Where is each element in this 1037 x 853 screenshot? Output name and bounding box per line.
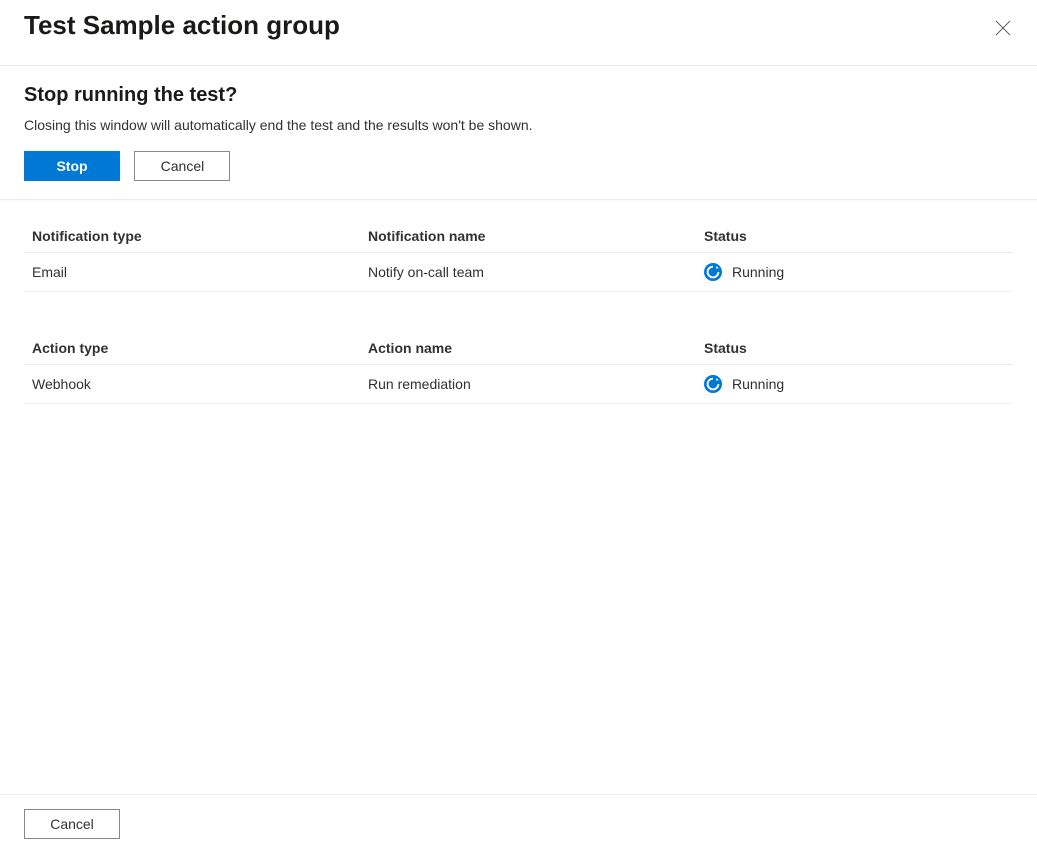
notification-status-value: Running bbox=[732, 264, 784, 280]
actions-table: Action type Action name Status Webhook R… bbox=[24, 332, 1013, 404]
running-icon bbox=[704, 263, 722, 281]
banner-heading: Stop running the test? bbox=[24, 84, 1013, 107]
notification-name-value: Notify on-call team bbox=[368, 264, 704, 280]
table-row: Webhook Run remediation Running bbox=[24, 365, 1013, 404]
banner-description: Closing this window will automatically e… bbox=[24, 117, 1013, 133]
action-type-value[interactable]: Webhook bbox=[32, 376, 368, 392]
col-action-type: Action type bbox=[32, 340, 368, 356]
col-notification-name: Notification name bbox=[368, 228, 704, 244]
close-button[interactable] bbox=[991, 16, 1015, 45]
table-header: Action type Action name Status bbox=[24, 332, 1013, 365]
col-notification-status: Status bbox=[704, 228, 1005, 244]
page-title: Test Sample action group bbox=[24, 10, 340, 41]
notifications-section: Notification type Notification name Stat… bbox=[0, 220, 1037, 292]
footer-cancel-button[interactable]: Cancel bbox=[24, 809, 120, 839]
col-notification-type: Notification type bbox=[32, 228, 368, 244]
notifications-table: Notification type Notification name Stat… bbox=[24, 220, 1013, 292]
notification-status-cell: Running bbox=[704, 263, 1005, 281]
action-status-cell: Running bbox=[704, 375, 1005, 393]
confirmation-banner: Stop running the test? Closing this wind… bbox=[0, 66, 1037, 200]
action-name-value: Run remediation bbox=[368, 376, 704, 392]
dialog-footer: Cancel bbox=[0, 794, 1037, 853]
cancel-button[interactable]: Cancel bbox=[134, 151, 230, 181]
col-action-status: Status bbox=[704, 340, 1005, 356]
table-header: Notification type Notification name Stat… bbox=[24, 220, 1013, 253]
stop-button[interactable]: Stop bbox=[24, 151, 120, 181]
col-action-name: Action name bbox=[368, 340, 704, 356]
dialog-header: Test Sample action group bbox=[0, 0, 1037, 66]
close-icon bbox=[995, 20, 1011, 36]
actions-section: Action type Action name Status Webhook R… bbox=[0, 332, 1037, 404]
running-icon bbox=[704, 375, 722, 393]
action-status-value: Running bbox=[732, 376, 784, 392]
notification-type-value[interactable]: Email bbox=[32, 264, 368, 280]
table-row: Email Notify on-call team Running bbox=[24, 253, 1013, 292]
